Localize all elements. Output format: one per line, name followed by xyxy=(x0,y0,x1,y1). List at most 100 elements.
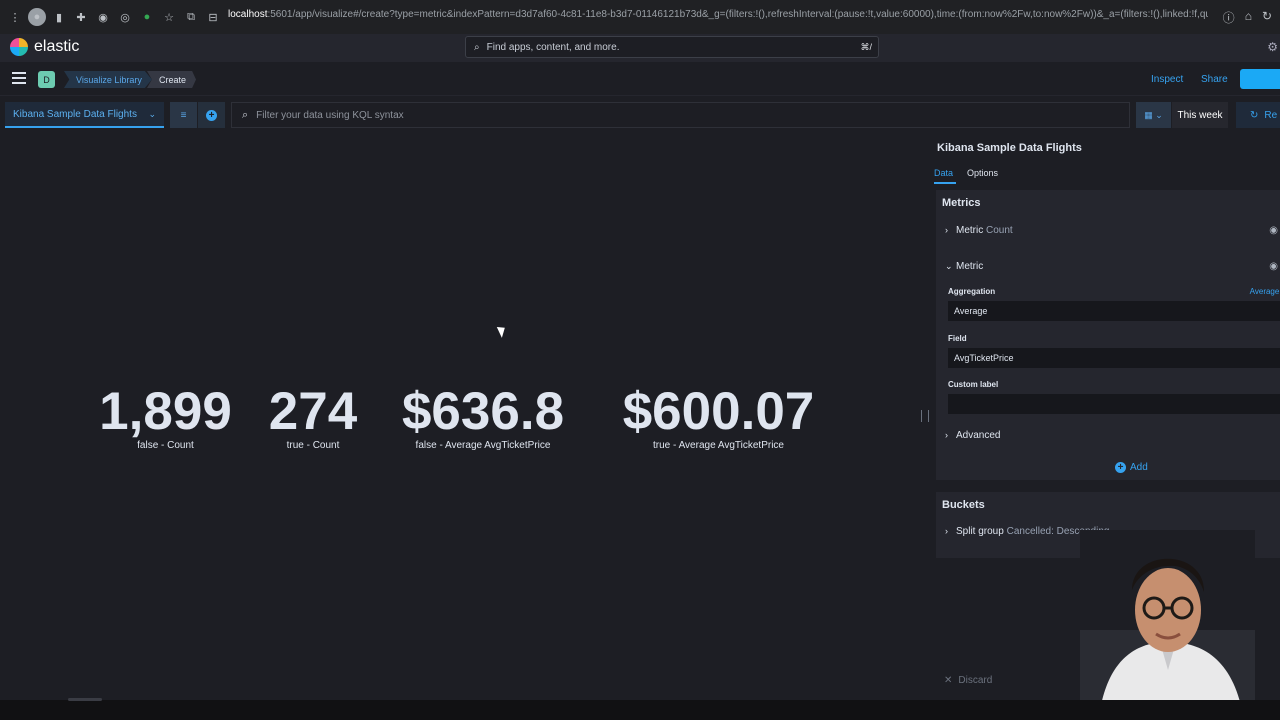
add-metric-button[interactable]: + Add xyxy=(1115,462,1148,473)
app-name: elastic xyxy=(34,38,80,55)
metrics-section: Metrics › Metric Count ◉ ⌄ Metric ◉ Aggr… xyxy=(936,190,1280,480)
metric-average-label: Metric xyxy=(956,261,984,272)
metric-value: $600.07 xyxy=(622,382,815,441)
plus-circle-icon: + xyxy=(206,109,217,121)
sidebar-icon[interactable]: ▮ xyxy=(50,8,68,26)
breadcrumb-visualize-library[interactable]: Visualize Library xyxy=(64,71,152,88)
home-icon[interactable]: ⌂ xyxy=(1245,9,1252,26)
profile-icon[interactable]: ● xyxy=(28,8,46,26)
index-pattern-label: Kibana Sample Data Flights xyxy=(13,108,137,120)
tab-options[interactable]: Options xyxy=(967,168,998,178)
metric-value: 1,899 xyxy=(99,382,232,441)
refresh-button[interactable]: ↻ Re xyxy=(1236,102,1280,128)
breadcrumb-create: Create xyxy=(147,71,197,88)
kebab-menu-icon[interactable]: ⋮ xyxy=(6,8,24,26)
elastic-logo[interactable]: elastic xyxy=(10,38,79,56)
chevron-right-icon[interactable]: › xyxy=(945,526,948,536)
inspect-link[interactable]: Inspect xyxy=(1151,74,1183,85)
custom-label-label: Custom label xyxy=(948,380,999,389)
save-button[interactable] xyxy=(1240,69,1280,89)
chevron-right-icon[interactable]: › xyxy=(945,430,948,440)
extension-icon[interactable]: ● xyxy=(138,8,156,26)
info-icon[interactable]: ⓘ xyxy=(1223,9,1235,26)
breadcrumb-bar: D Visualize Library Create Inspect Share xyxy=(0,62,1280,96)
refresh-icon: ↻ xyxy=(1250,109,1259,121)
metric-label: true - Count xyxy=(286,440,340,451)
calendar-icon: ▦ ⌄ xyxy=(1144,109,1163,120)
tab-search-icon[interactable]: ⧉ xyxy=(182,8,200,26)
url-host: localhost xyxy=(228,9,268,20)
aggregation-label: Aggregation xyxy=(948,287,996,296)
browser-toolbar: ⋮ ● ▮ ✚ ◉ ◎ ● ☆ ⧉ ⊟ localhost:5601/app/v… xyxy=(0,0,1280,34)
advanced-toggle[interactable]: Advanced xyxy=(956,430,1000,441)
filter-menu-button[interactable]: ≡ xyxy=(170,102,197,128)
metric-tile: 274 true - Count xyxy=(262,382,364,452)
metric-label: true - Average AvgTicketPrice xyxy=(653,440,784,451)
add-filter-button[interactable]: + xyxy=(198,102,225,128)
close-icon: ✕ xyxy=(944,675,953,686)
site-info-icon[interactable]: ⊟ xyxy=(204,8,222,26)
elastic-mark-icon xyxy=(10,38,28,56)
metric-value: 274 xyxy=(268,382,358,441)
extension-icon[interactable]: ◎ xyxy=(116,8,134,26)
field-select[interactable]: AvgTicketPrice xyxy=(948,348,1280,368)
metric-label: false - Average AvgTicketPrice xyxy=(415,440,551,451)
hamburger-menu-icon[interactable] xyxy=(12,72,26,84)
plus-circle-icon: + xyxy=(1115,462,1126,473)
extension-icon[interactable]: ◉ xyxy=(94,8,112,26)
search-icon: ⌕ xyxy=(242,108,249,121)
kql-placeholder: Filter your data using KQL syntax xyxy=(256,109,404,121)
tab-data[interactable]: Data xyxy=(934,168,957,184)
aggregation-help-link[interactable]: Average h xyxy=(1250,287,1280,296)
panel-title: Kibana Sample Data Flights xyxy=(937,142,1082,154)
address-bar[interactable]: localhost:5601/app/visualize#/create?typ… xyxy=(228,9,1208,20)
search-shortcut: ⌘/ xyxy=(860,41,872,52)
index-pattern-select[interactable]: Kibana Sample Data Flights ⌄ xyxy=(5,102,164,128)
kql-search-input[interactable]: ⌕ Filter your data using KQL syntax xyxy=(231,102,1130,128)
metrics-title: Metrics xyxy=(942,197,981,209)
panel-resize-handle[interactable] xyxy=(921,410,929,422)
visualization-canvas: 1,899 false - Count 274 true - Count $63… xyxy=(0,134,929,700)
search-placeholder: Find apps, content, and more. xyxy=(486,41,620,53)
metric-count-sub: Count xyxy=(986,225,1013,236)
metric-tile: 1,899 false - Count xyxy=(90,382,241,452)
bottom-bar xyxy=(0,700,1280,720)
reload-icon[interactable]: ↻ xyxy=(1262,9,1272,26)
metric-tile: $636.8 false - Average AvgTicketPrice xyxy=(384,382,582,452)
bookmark-star-icon[interactable]: ☆ xyxy=(160,8,178,26)
presenter-video xyxy=(1080,530,1255,710)
chevron-down-icon: ⌄ xyxy=(148,108,156,119)
refresh-label: Re xyxy=(1264,109,1278,121)
webcam-overlay xyxy=(1080,530,1255,710)
buckets-title: Buckets xyxy=(942,499,985,511)
date-range-label[interactable]: This week xyxy=(1172,102,1228,128)
filter-icon: ≡ xyxy=(180,109,187,121)
date-quick-menu-button[interactable]: ▦ ⌄ xyxy=(1136,102,1171,128)
chevron-right-icon[interactable]: › xyxy=(945,225,948,235)
search-icon: ⌕ xyxy=(474,41,480,53)
share-link[interactable]: Share xyxy=(1201,74,1228,85)
discard-label: Discard xyxy=(958,675,993,686)
extension-icon[interactable]: ✚ xyxy=(72,8,90,26)
chevron-down-icon[interactable]: ⌄ xyxy=(945,261,953,272)
custom-label-input[interactable] xyxy=(948,394,1280,414)
aggregation-select[interactable]: Average xyxy=(948,301,1280,321)
add-label: Add xyxy=(1130,462,1148,473)
global-search-input[interactable]: ⌕ Find apps, content, and more. ⌘/ xyxy=(465,36,879,58)
metric-value: $636.8 xyxy=(401,382,565,441)
eye-icon[interactable]: ◉ xyxy=(1269,261,1278,272)
mouse-cursor-icon xyxy=(496,324,509,338)
metric-count-item[interactable]: Metric Count xyxy=(956,225,1013,236)
query-bar: Kibana Sample Data Flights ⌄ ≡ + ⌕ Filte… xyxy=(0,96,1280,134)
settings-icon[interactable]: ⚙ xyxy=(1267,40,1278,54)
metric-count-label: Metric xyxy=(956,225,984,236)
metric-tile: $600.07 true - Average AvgTicketPrice xyxy=(601,382,836,452)
url-path: :5601/app/visualize#/create?type=metric&… xyxy=(267,9,1208,20)
eye-icon[interactable]: ◉ xyxy=(1269,225,1278,236)
metric-average-item[interactable]: Metric xyxy=(956,261,983,272)
space-avatar[interactable]: D xyxy=(38,71,55,88)
metric-label: false - Count xyxy=(137,440,194,451)
field-label: Field xyxy=(948,334,967,343)
horizontal-scrollbar[interactable] xyxy=(68,698,102,701)
discard-button[interactable]: ✕ Discard xyxy=(944,675,992,686)
